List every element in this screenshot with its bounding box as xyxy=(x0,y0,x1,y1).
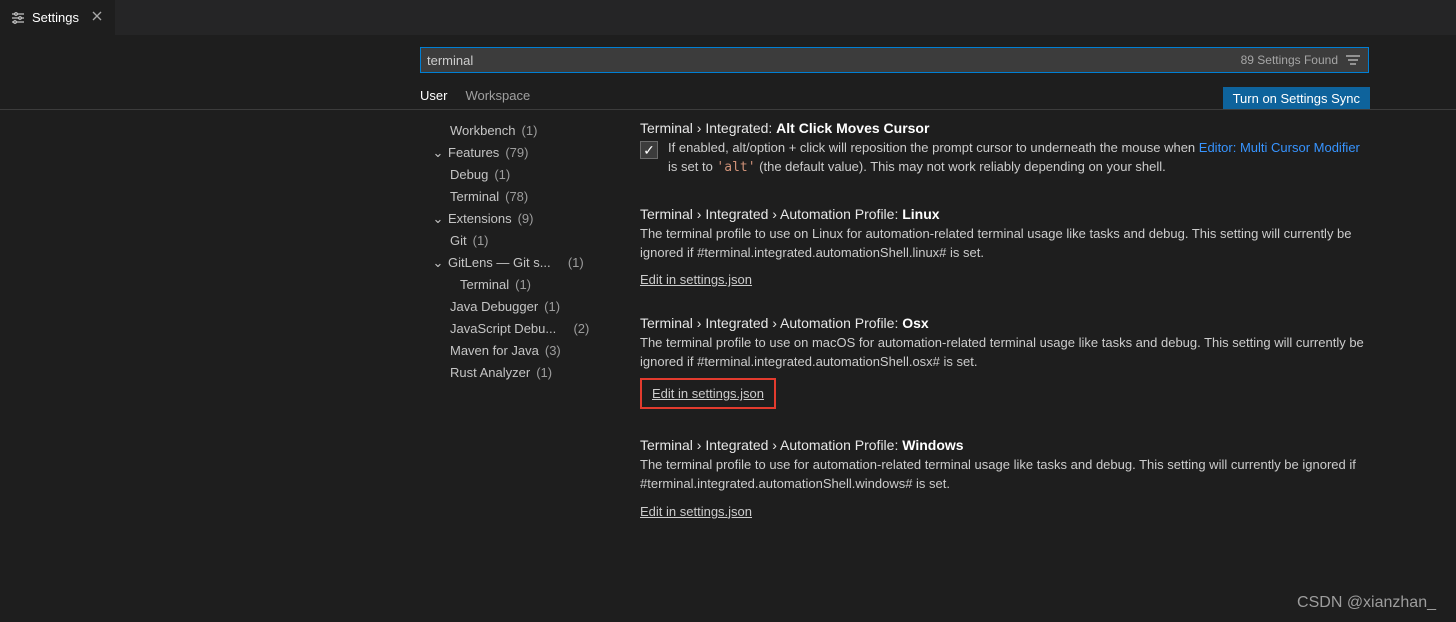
filter-icon[interactable] xyxy=(1344,52,1362,68)
tree-item-terminal[interactable]: Terminal(78) xyxy=(420,186,620,208)
watermark: CSDN @xianzhan_ xyxy=(1297,594,1436,612)
setting-automation-linux: Terminal › Integrated › Automation Profi… xyxy=(640,206,1370,288)
tree-item-git[interactable]: Git(1) xyxy=(420,230,620,252)
tree-item-maven[interactable]: Maven for Java(3) xyxy=(420,340,620,362)
tab-bar: Settings xyxy=(0,0,1456,35)
link-multi-cursor-modifier[interactable]: Editor: Multi Cursor Modifier xyxy=(1199,140,1360,155)
tree-item-gitlens-terminal[interactable]: Terminal(1) xyxy=(420,274,620,296)
setting-altclick: Terminal › Integrated: Alt Click Moves C… xyxy=(640,120,1370,178)
tree-item-rust[interactable]: Rust Analyzer(1) xyxy=(420,362,620,384)
edit-in-settings-json[interactable]: Edit in settings.json xyxy=(640,272,752,287)
tree-item-extensions[interactable]: ⌄Extensions(9) xyxy=(420,208,620,230)
settings-sync-button[interactable]: Turn on Settings Sync xyxy=(1223,87,1370,110)
tree-item-javadebugger[interactable]: Java Debugger(1) xyxy=(420,296,620,318)
scope-tabs: User Workspace xyxy=(420,88,530,110)
tab-label: Settings xyxy=(32,10,79,25)
setting-description: The terminal profile to use on macOS for… xyxy=(640,334,1370,372)
highlight-box: Edit in settings.json xyxy=(640,378,776,409)
chevron-down-icon: ⌄ xyxy=(432,208,444,230)
edit-in-settings-json[interactable]: Edit in settings.json xyxy=(652,386,764,401)
setting-automation-windows: Terminal › Integrated › Automation Profi… xyxy=(640,437,1370,519)
setting-automation-osx: Terminal › Integrated › Automation Profi… xyxy=(640,315,1370,409)
setting-description: The terminal profile to use on Linux for… xyxy=(640,225,1370,263)
tree-item-jsdebugger[interactable]: JavaScript Debu... (2) xyxy=(420,318,620,340)
tree-item-workbench[interactable]: Workbench(1) xyxy=(420,120,620,142)
checkbox-altclick[interactable] xyxy=(640,141,658,159)
tree-item-debug[interactable]: Debug(1) xyxy=(420,164,620,186)
tree-item-features[interactable]: ⌄Features(79) xyxy=(420,142,620,164)
settings-tree: Workbench(1) ⌄Features(79) Debug(1) Term… xyxy=(420,110,620,622)
edit-in-settings-json[interactable]: Edit in settings.json xyxy=(640,504,752,519)
settings-icon xyxy=(10,10,26,26)
search-result-count: 89 Settings Found xyxy=(1241,53,1338,67)
scope-tab-workspace[interactable]: Workspace xyxy=(465,88,530,110)
settings-list: Terminal › Integrated: Alt Click Moves C… xyxy=(620,110,1370,622)
close-icon[interactable] xyxy=(89,8,105,27)
tree-item-gitlens[interactable]: ⌄GitLens — Git s... (1) xyxy=(420,252,620,274)
tab-settings[interactable]: Settings xyxy=(0,0,115,35)
scope-tab-user[interactable]: User xyxy=(420,88,447,110)
chevron-down-icon: ⌄ xyxy=(432,142,444,164)
search-value: terminal xyxy=(427,53,1241,68)
setting-description: If enabled, alt/option + click will repo… xyxy=(668,139,1370,178)
setting-description: The terminal profile to use for automati… xyxy=(640,456,1370,494)
settings-search-input[interactable]: terminal 89 Settings Found xyxy=(420,47,1369,73)
chevron-down-icon: ⌄ xyxy=(432,252,444,274)
